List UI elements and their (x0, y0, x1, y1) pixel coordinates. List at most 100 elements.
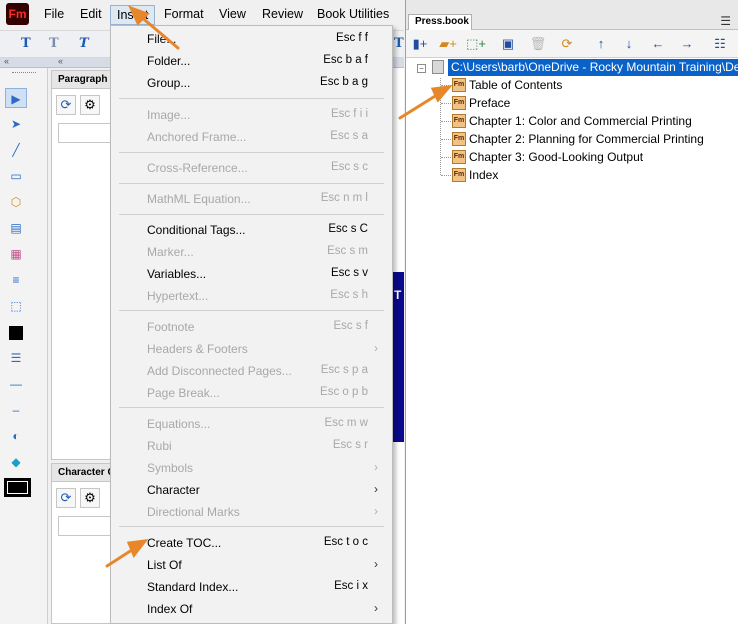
book-path[interactable]: C:\Users\barb\OneDrive - Rocky Mountain … (448, 59, 738, 76)
add-file-icon[interactable]: ▮+ (410, 35, 430, 53)
fm-file-icon: Fm (452, 114, 466, 128)
move-up-icon[interactable]: ↑ (591, 35, 611, 53)
chevron-right-icon: › (374, 482, 378, 496)
polygon-tool-icon[interactable]: ⬡ (5, 192, 27, 212)
menu-edit[interactable]: Edit (80, 7, 102, 21)
line-end-icon[interactable]: — (5, 374, 27, 394)
menu-separator (119, 526, 384, 527)
book-file-row[interactable]: Fm Table of Contents (441, 76, 731, 94)
menu-view[interactable]: View (219, 7, 246, 21)
menu-separator (119, 310, 384, 311)
menu-review[interactable]: Review (262, 7, 303, 21)
chevron-right-icon: › (374, 504, 378, 518)
move-right-icon[interactable]: → (677, 35, 697, 53)
chevron-right-icon: › (374, 557, 378, 571)
book-root-row[interactable]: − C:\Users\barb\OneDrive - Rocky Mountai… (406, 58, 738, 78)
menu-item-add-disconnected-pages: Add Disconnected Pages... Esc s p a (147, 364, 368, 378)
select-object-tool-icon[interactable]: ➤ (5, 114, 27, 134)
gear-icon[interactable]: ⚙ (80, 95, 100, 115)
menu-item-hypertext: Hypertext... Esc s h (147, 289, 368, 303)
menu-item-file[interactable]: File... Esc f f (111, 28, 392, 50)
frame-tool-icon[interactable]: ⬚ (5, 296, 27, 316)
paragraph-panel: Paragraph ⟳ ⚙ (51, 70, 112, 460)
menu-book-utilities[interactable]: Book Utilities (317, 7, 389, 21)
book-tab[interactable]: Press.book (408, 14, 472, 30)
menu-item-mathml-equation: MathML Equation... Esc n m l (147, 192, 368, 206)
text-style-button[interactable]: T (21, 36, 31, 51)
fm-file-icon: Fm (452, 132, 466, 146)
menu-item-group[interactable]: Group... Esc b a g (111, 72, 392, 94)
menu-item-directional-marks: Directional Marks › (147, 504, 378, 519)
book-tab-strip: Press.book ☰ (406, 0, 738, 30)
menu-item-list-of[interactable]: List Of › (111, 554, 392, 576)
menu-separator (119, 214, 384, 215)
line-width-icon[interactable]: ☰ (5, 348, 27, 368)
book-file-row[interactable]: Fm Chapter 1: Color and Commercial Printi… (441, 112, 731, 130)
menu-item-cross-reference: Cross-Reference... Esc s c (147, 161, 368, 175)
smart-select-tool-icon[interactable]: ▶ (5, 88, 27, 108)
delete-icon: 🗑 (529, 36, 547, 51)
refresh-icon[interactable]: ⟳ (56, 488, 76, 508)
tool-palette: ▶ ➤ ╱ ▭ ⬡ ▤ ▦ ≡ ⬚ ☰ — – ◐ ◆ (0, 68, 48, 624)
menu-item-variables[interactable]: Variables... Esc s v (111, 263, 392, 285)
book-toolbar: ▮+ ▰+ ⬚+ ▣ 🗑 ⟳ ↑ ↓ ← → ☷ (406, 30, 738, 58)
fm-file-icon: Fm (452, 96, 466, 110)
gear-icon[interactable]: ⚙ (80, 488, 100, 508)
paragraph-panel-title: Paragraph (52, 71, 110, 89)
save-icon[interactable]: ▣ (498, 35, 518, 53)
outline-view-icon[interactable]: ☷ (710, 35, 730, 53)
menu-separator (119, 407, 384, 408)
book-file-row[interactable]: Fm Index (441, 166, 731, 184)
add-group-icon[interactable]: ⬚+ (466, 35, 486, 53)
collapse-left-icon[interactable]: « (4, 56, 9, 66)
menu-separator (119, 98, 384, 99)
chevron-right-icon: › (374, 460, 378, 474)
insert-dropdown-menu: File... Esc f f Folder... Esc b a f Group.… (110, 25, 393, 624)
fill-color-icon[interactable] (5, 322, 27, 342)
character-panel-title: Character C (52, 464, 110, 482)
palette-grip[interactable] (12, 72, 36, 75)
fm-file-icon: Fm (452, 78, 466, 92)
add-folder-icon[interactable]: ▰+ (438, 35, 458, 53)
text-style-button-right[interactable]: T (394, 36, 404, 51)
fm-file-icon: Fm (452, 168, 466, 182)
document-heading-block: T (392, 272, 404, 442)
menu-item-index-of[interactable]: Index Of › (111, 598, 392, 620)
dash-style-icon[interactable]: – (5, 400, 27, 420)
book-file-row[interactable]: Fm Chapter 2: Planning for Commercial Pri… (441, 130, 731, 148)
text-outline-button[interactable]: T (49, 36, 59, 51)
text-italic-button[interactable]: T (79, 36, 89, 51)
update-book-icon[interactable]: ⟳ (557, 35, 577, 53)
menu-insert[interactable]: Insert (110, 5, 156, 25)
graphic-frame-tool-icon[interactable]: ▦ (5, 244, 27, 264)
character-filter-input[interactable] (58, 516, 112, 536)
menu-item-character[interactable]: Character › (111, 479, 392, 501)
tree-collapse-icon[interactable]: − (417, 64, 426, 73)
menu-item-standard-index[interactable]: Standard Index... Esc i x (111, 576, 392, 598)
menu-item-conditional-tags[interactable]: Conditional Tags... Esc s C (111, 219, 392, 241)
menu-item-footnote: Footnote Esc s f (147, 320, 368, 334)
menu-item-headers-footers: Headers & Footers › (147, 341, 378, 356)
book-file-row[interactable]: Fm Preface (441, 94, 731, 112)
menu-item-marker: Marker... Esc s m (147, 245, 368, 259)
book-file-row[interactable]: Fm Chapter 3: Good-Looking Output (441, 148, 731, 166)
overprint-icon[interactable]: ◆ (5, 452, 27, 472)
rectangle-tool-icon[interactable]: ▭ (5, 166, 27, 186)
color-swatch[interactable] (4, 478, 31, 497)
menu-item-folder[interactable]: Folder... Esc b a f (111, 50, 392, 72)
line-tool-icon[interactable]: ╱ (5, 140, 27, 160)
collapse-left-icon-2[interactable]: « (58, 56, 63, 66)
move-down-icon[interactable]: ↓ (619, 35, 639, 53)
menu-item-symbols: Symbols › (147, 460, 378, 475)
tint-icon[interactable]: ◐ (5, 426, 27, 446)
refresh-icon[interactable]: ⟳ (56, 95, 76, 115)
panel-menu-icon[interactable]: ☰ (720, 14, 731, 28)
menu-item-create-toc[interactable]: Create TOC... Esc t o c (111, 532, 392, 554)
menu-format[interactable]: Format (164, 7, 204, 21)
move-left-icon[interactable]: ← (648, 35, 668, 53)
menu-file[interactable]: File (44, 7, 64, 21)
text-frame-tool-icon[interactable]: ▤ (5, 218, 27, 238)
menu-item-anchored-frame: Anchored Frame... Esc s a (147, 130, 368, 144)
text-line-tool-icon[interactable]: ≡ (5, 270, 27, 290)
paragraph-filter-input[interactable] (58, 123, 112, 143)
